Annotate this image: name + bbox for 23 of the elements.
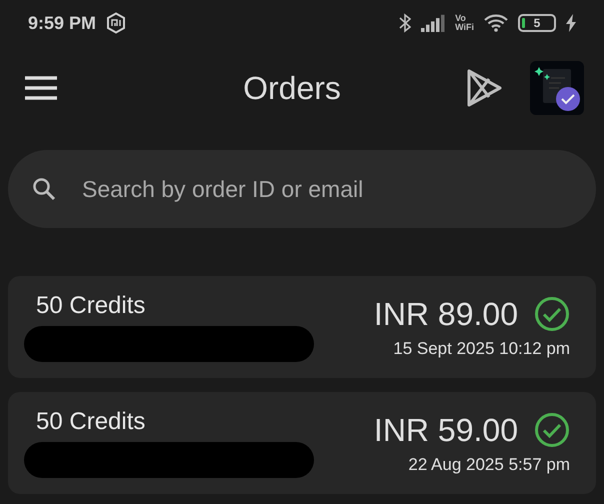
order-date: 15 Sept 2025 10:12 pm [393, 338, 570, 358]
order-amount: INR 59.00 [374, 412, 518, 448]
order-card[interactable]: 50 Credits INR 59.00 22 Aug 2025 5:57 pm [8, 392, 596, 494]
status-time: 9:59 PM [28, 12, 96, 34]
hexagon-logo-icon [106, 12, 126, 34]
order-card[interactable]: 50 Credits INR 89.00 15 Sept 2025 10:12 pm [8, 276, 596, 378]
order-item: 50 Credits [36, 408, 146, 436]
menu-button[interactable] [24, 76, 58, 100]
wifi-icon [484, 14, 508, 32]
vowifi-label: Vo WiFi [455, 14, 474, 32]
order-date: 22 Aug 2025 5:57 pm [408, 454, 570, 474]
app-icon[interactable] [530, 61, 584, 115]
battery-percent: 5 [534, 16, 540, 30]
order-item: 50 Credits [36, 292, 146, 320]
page-title: Orders [242, 70, 342, 106]
bluetooth-icon [399, 13, 412, 33]
charging-bolt-icon [566, 14, 576, 32]
search-bar[interactable]: Search by order ID or email [8, 150, 596, 228]
play-store-button[interactable] [466, 68, 502, 108]
order-amount: INR 89.00 [374, 296, 518, 332]
search-icon [32, 177, 56, 201]
search-field[interactable]: Search by order ID or email [80, 174, 572, 204]
signal-icon [421, 14, 446, 32]
